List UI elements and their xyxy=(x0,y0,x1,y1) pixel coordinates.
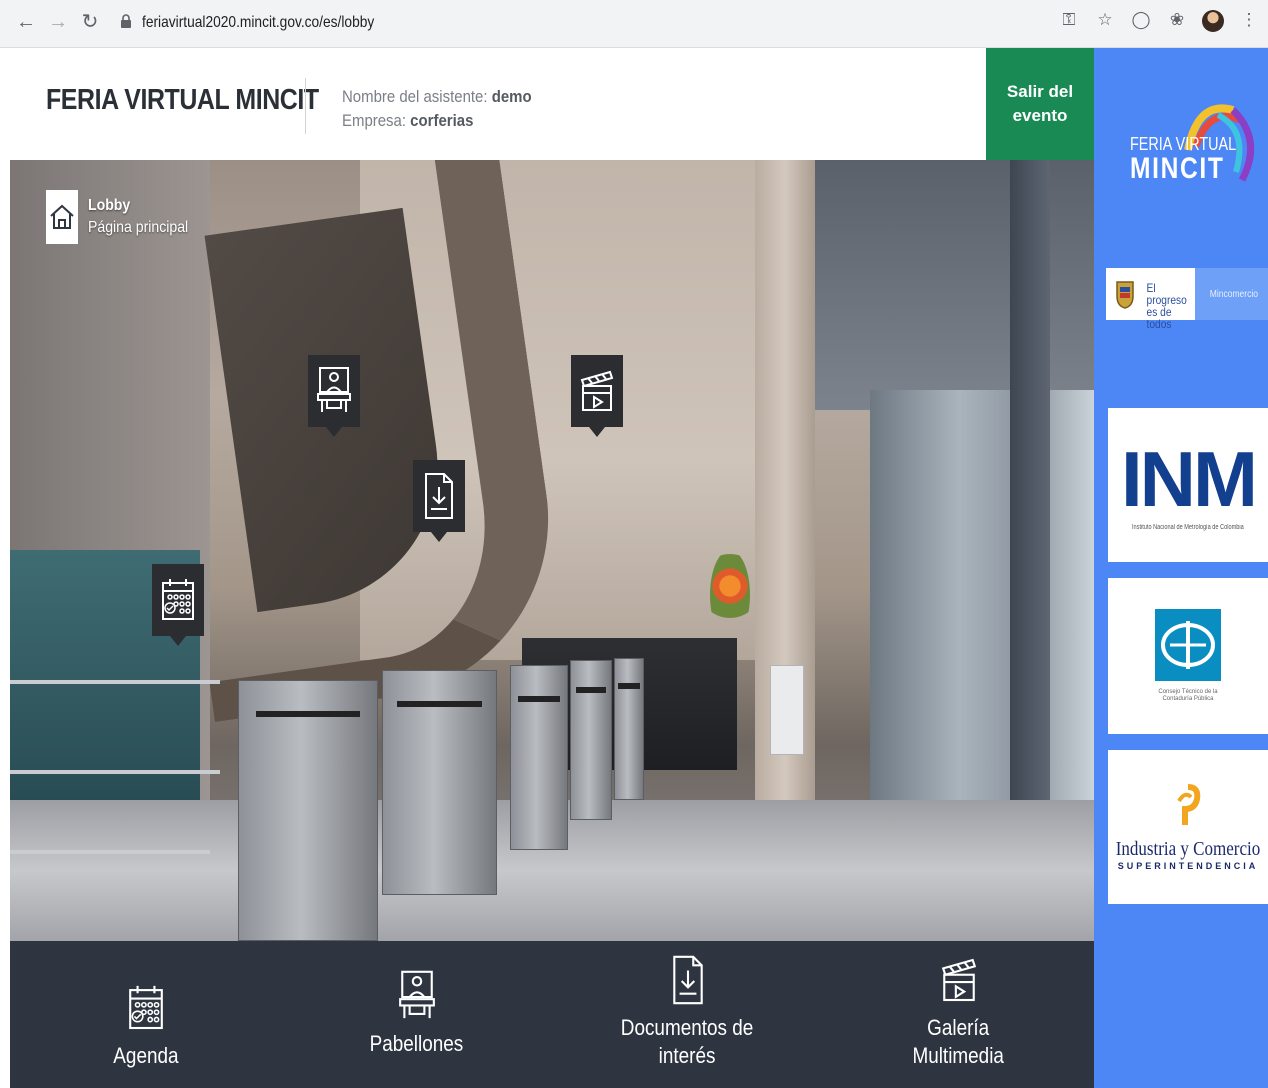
bottom-navigation: Agenda Pabellones Documentos de interés … xyxy=(10,941,1094,1088)
sic-subtitle: SUPERINTENDENCIA xyxy=(1117,861,1259,871)
sponsor-sidebar: FERIA VIRTUAL MINCIT El progreso es de t… xyxy=(1094,48,1268,1088)
gov-ministry: Mincomercio xyxy=(1210,288,1259,300)
address-bar[interactable]: feriavirtual2020.mincit.gov.co/es/lobby xyxy=(112,8,1112,38)
lobby-scene xyxy=(10,160,1094,941)
attendee-info: Nombre del asistente: demo Empresa: corf… xyxy=(342,85,532,133)
exhibitor-booth-icon xyxy=(317,367,351,412)
company-row: Empresa: corferias xyxy=(342,111,474,130)
colombia-seal-icon xyxy=(1106,268,1144,320)
back-arrow-icon[interactable]: ← xyxy=(14,10,38,34)
nav-agenda-label: Agenda xyxy=(112,1043,179,1068)
nav-pabellones[interactable]: Pabellones xyxy=(281,941,552,1088)
nav-pabellones-label: Pabellones xyxy=(369,1031,464,1056)
sponsor-ctcp[interactable]: Consejo Técnico de la Contaduría Pública xyxy=(1108,578,1268,734)
ctcp-logo-icon xyxy=(1155,609,1221,681)
inm-logo-text: INM xyxy=(1121,434,1258,523)
clapperboard-icon xyxy=(580,370,614,411)
puzzle-icon[interactable]: ❀ xyxy=(1166,10,1188,37)
nav-documentos-label: Documentos de interés xyxy=(621,1015,754,1068)
sic-main-text: Industria y Comercio xyxy=(1115,838,1261,860)
attendee-name: demo xyxy=(491,87,532,106)
sic-logo-icon xyxy=(1173,783,1203,832)
home-icon[interactable] xyxy=(46,190,78,244)
hotspot-agenda[interactable] xyxy=(152,564,204,646)
menu-dots-icon[interactable]: ⋮ xyxy=(1238,10,1260,37)
url-text: feriavirtual2020.mincit.gov.co/es/lobby xyxy=(142,14,375,31)
lobby-subtitle: Página principal xyxy=(88,219,189,236)
company-name: corferias xyxy=(410,111,474,130)
gov-motto: El progreso es de todos xyxy=(1143,268,1195,330)
reload-icon[interactable]: ↻ xyxy=(78,10,102,34)
clapperboard-icon xyxy=(941,958,976,1002)
exit-event-button[interactable]: Salir del evento xyxy=(986,48,1094,160)
government-banner[interactable]: El progreso es de todos Mincomercio xyxy=(1106,268,1268,330)
nav-documentos[interactable]: Documentos de interés xyxy=(552,941,823,1088)
hotspot-galeria[interactable] xyxy=(571,355,623,437)
profile-avatar[interactable] xyxy=(1202,10,1224,37)
lobby-title: Lobby xyxy=(88,197,131,214)
star-icon[interactable]: ☆ xyxy=(1094,10,1116,37)
lobby-location-badge: Lobby Página principal xyxy=(46,190,202,244)
document-download-icon xyxy=(672,955,703,1005)
browser-extensions: ⚿ ☆ ◯ ❀ ⋮ xyxy=(1058,10,1260,37)
forward-arrow-icon[interactable]: → xyxy=(46,10,70,34)
lock-icon xyxy=(120,13,132,33)
attendee-name-row: Nombre del asistente: demo xyxy=(342,87,532,106)
nav-galeria[interactable]: Galería Multimedia xyxy=(823,941,1094,1088)
document-download-icon xyxy=(425,473,453,519)
nav-agenda[interactable]: Agenda xyxy=(10,941,281,1088)
ctcp-subtitle: Consejo Técnico de la Contaduría Pública xyxy=(1158,689,1218,702)
calendar-icon xyxy=(162,579,194,620)
sponsor-inm[interactable]: INM Instituto Nacional de Metrología de … xyxy=(1108,408,1268,562)
site-brand[interactable]: FERIA VIRTUAL MINCIT xyxy=(46,84,319,117)
inm-subtitle: Instituto Nacional de Metrología de Colo… xyxy=(1132,523,1244,531)
calendar-icon xyxy=(128,985,163,1030)
sponsor-sic[interactable]: Industria y Comercio SUPERINTENDENCIA xyxy=(1108,750,1268,904)
hotspot-documentos[interactable] xyxy=(413,460,465,542)
logo-line-2: MINCIT xyxy=(1130,152,1225,185)
site-header: FERIA VIRTUAL MINCIT Nombre del asistent… xyxy=(0,48,1094,160)
header-divider xyxy=(305,78,306,134)
exhibitor-booth-icon xyxy=(398,970,435,1019)
key-icon[interactable]: ⚿ xyxy=(1058,10,1080,37)
hotspot-pabellones[interactable] xyxy=(308,355,360,437)
nav-galeria-label: Galería Multimedia xyxy=(912,1015,1005,1068)
extension-circle-icon[interactable]: ◯ xyxy=(1130,10,1152,37)
browser-toolbar: ← → ↻ feriavirtual2020.mincit.gov.co/es/… xyxy=(0,0,1268,48)
